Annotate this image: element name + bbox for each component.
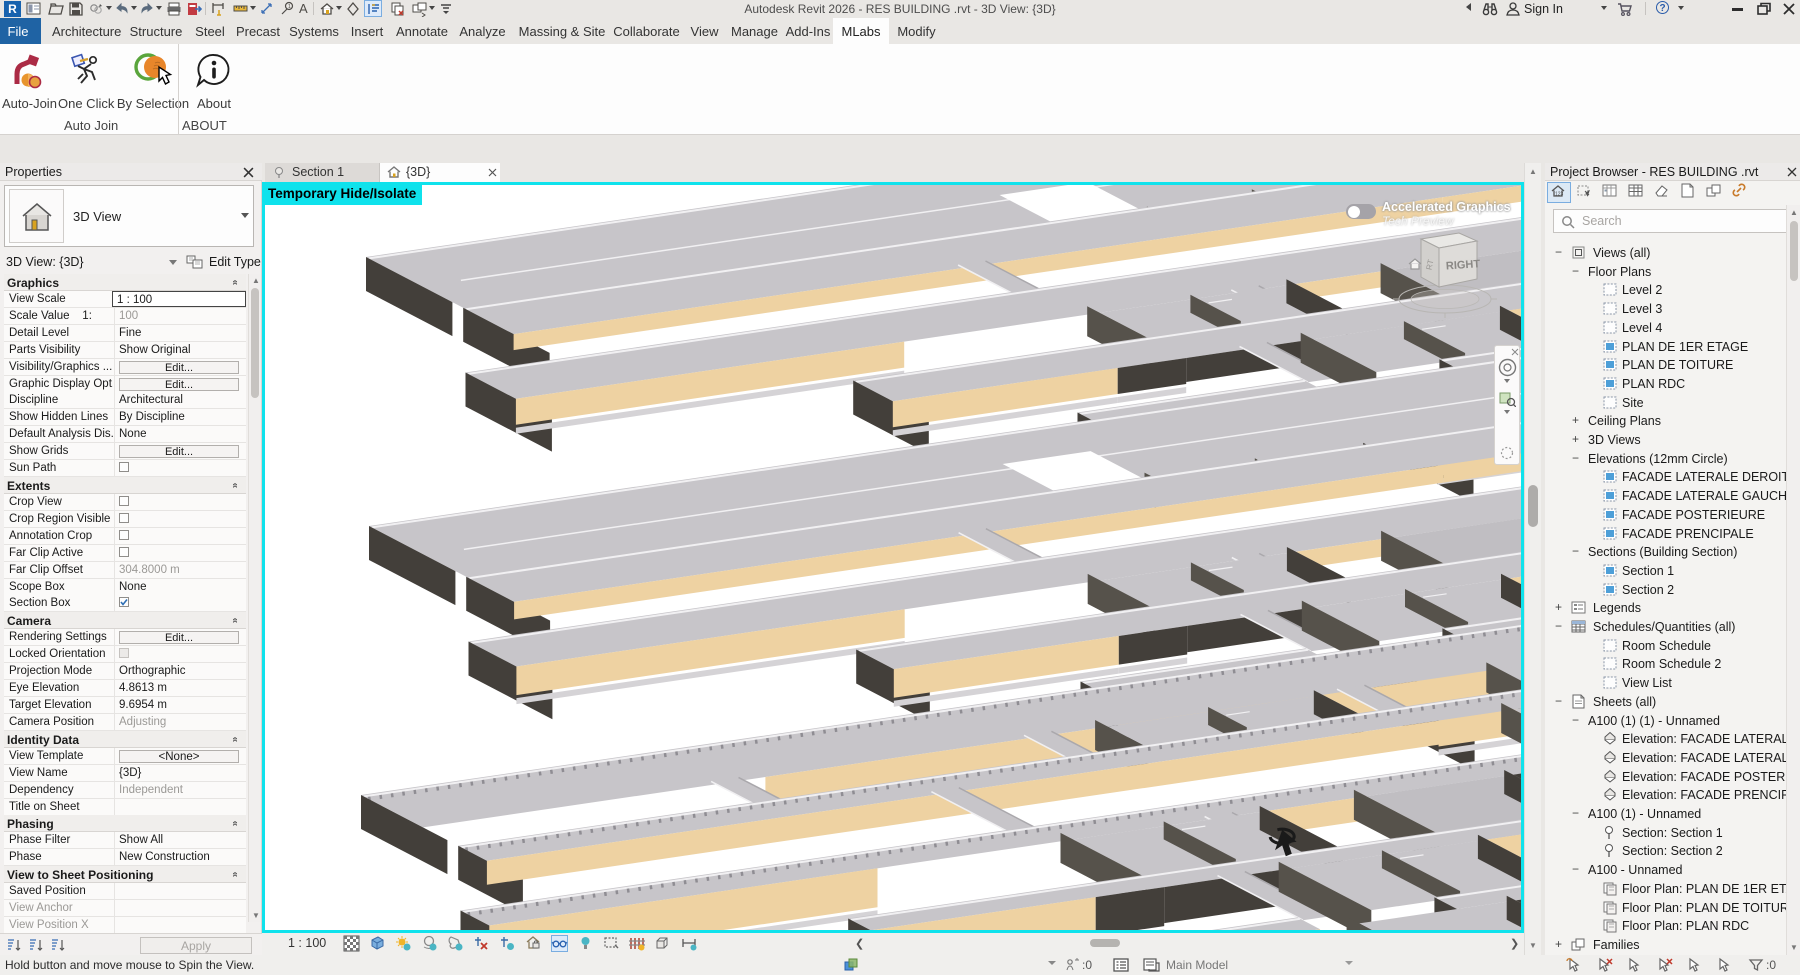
svg-text:123: 123 [1555,192,1564,198]
svg-text:1: 1 [288,4,291,10]
svg-text:RIGHT: RIGHT [1446,258,1481,272]
